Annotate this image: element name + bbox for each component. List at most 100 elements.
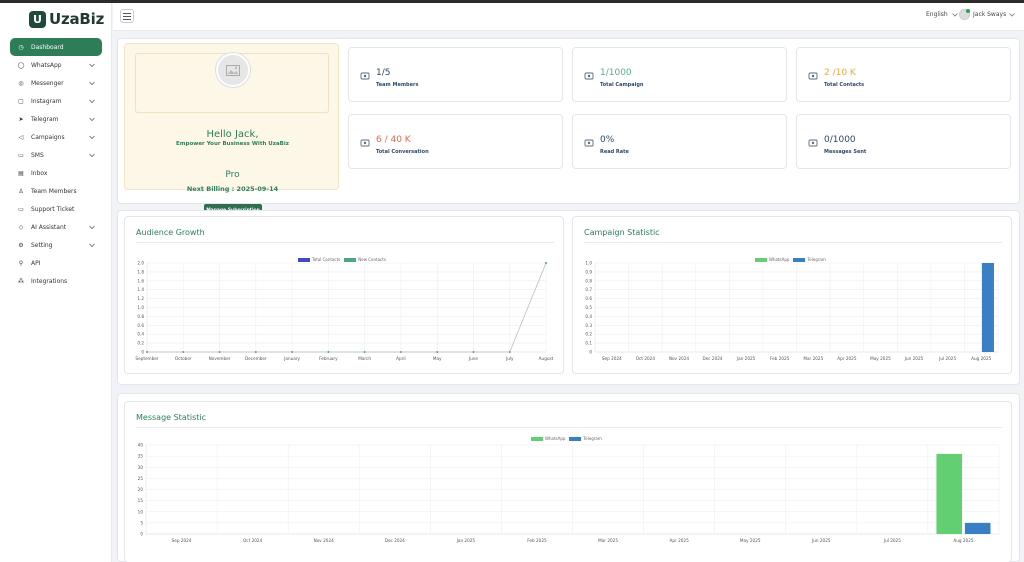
x-tick-label: Jun 2025	[904, 356, 924, 361]
stat-value: 0%	[600, 135, 615, 145]
megaphone-icon: ◁	[18, 133, 24, 141]
logo-mark-icon: U	[29, 10, 46, 28]
x-tick-label: Nov 2024	[669, 356, 689, 361]
data-point[interactable]	[254, 351, 257, 353]
y-tick-label: 1.4	[137, 287, 144, 292]
sidebar-item-inbox[interactable]: ▤ Inbox	[10, 164, 102, 182]
y-tick-label: 1.8	[137, 269, 144, 274]
sidebar-item-sms[interactable]: ▭ SMS	[10, 146, 102, 164]
data-point[interactable]	[508, 351, 511, 353]
x-tick-label: Jul 2025	[938, 356, 956, 361]
sidebar-item-instagram[interactable]: ▢ Instagram	[10, 92, 102, 110]
sidebar-item-team-members[interactable]: ♙ Team Members	[10, 182, 102, 200]
image-placeholder-icon	[226, 64, 240, 76]
y-tick-label: 5	[140, 520, 143, 525]
sidebar-item-label: Campaigns	[31, 133, 65, 141]
stat-label: Total Contacts	[824, 82, 865, 88]
data-point[interactable]	[363, 351, 366, 353]
top-header: English Jack Sways	[113, 3, 1024, 31]
stat-value: 1/5	[376, 68, 391, 78]
data-point[interactable]	[400, 351, 402, 353]
stat-label: Messages Sent	[824, 149, 867, 155]
sidebar-item-ai-assistant[interactable]: ◇ AI Assistant	[10, 218, 102, 236]
y-tick-label: 0.9	[585, 269, 592, 274]
stat-value: 0/1000	[824, 135, 856, 145]
sidebar-item-label: Dashboard	[31, 43, 64, 51]
data-point[interactable]	[472, 351, 475, 353]
sidebar-item-label: SMS	[31, 151, 44, 159]
y-tick-label: 40	[138, 443, 144, 448]
menu-toggle-button[interactable]	[120, 9, 134, 23]
messenger-icon: ◎	[18, 79, 24, 87]
sidebar-item-api[interactable]: ⚲ API	[10, 254, 102, 272]
sidebar-item-support-ticket[interactable]: ▭ Support Ticket	[10, 200, 102, 218]
message-statistic-chart: 0 5 10 15 20 25 30 35 40 Sep 2024 Oct 2024 Nov 2024…	[138, 443, 1000, 543]
x-tick-label: Sep 2024	[602, 356, 622, 361]
chevron-down-icon	[1009, 12, 1015, 17]
sidebar-item-integrations[interactable]: ⁂ Integrations	[10, 272, 102, 290]
sidebar-item-setting[interactable]: ⚙ Setting	[10, 236, 102, 254]
user-menu[interactable]: Jack Sways	[959, 9, 1015, 20]
x-tick-label: Oct 2024	[243, 538, 263, 543]
stat-label: Read Rate	[600, 149, 629, 155]
brand-logo[interactable]: U UzaBiz	[29, 9, 104, 29]
greeting: Hello Jack,	[206, 129, 259, 140]
sidebar-item-dashboard[interactable]: ◷ Dashboard	[10, 38, 102, 56]
data-point[interactable]	[182, 351, 185, 353]
chevron-down-icon	[89, 99, 95, 104]
y-tick-label: 0.2	[137, 341, 144, 346]
chevron-down-icon	[89, 81, 95, 86]
x-tick-label: February	[319, 356, 338, 361]
y-tick-label: 2.0	[137, 261, 144, 266]
stat-card-team-members: 1/5 Team Members	[348, 47, 563, 102]
language-label: English	[926, 11, 948, 18]
sidebar-item-messenger[interactable]: ◎ Messenger	[10, 74, 102, 92]
user-icon: ♙	[18, 187, 24, 195]
data-point[interactable]	[436, 351, 439, 353]
sidebar-item-label: Team Members	[31, 187, 77, 195]
x-tick-label: Aug 2025	[971, 356, 992, 361]
bar-whatsapp[interactable]	[936, 453, 963, 534]
sidebar-item-whatsapp[interactable]: ◯ WhatsApp	[10, 56, 102, 74]
stat-card-read-rate: 0% Read Rate	[572, 114, 787, 169]
y-tick-label: 0.5	[585, 305, 592, 310]
y-tick-label: 0	[589, 350, 592, 355]
bar-telegram[interactable]	[964, 522, 991, 534]
sidebar-item-label: Integrations	[31, 277, 68, 285]
data-point[interactable]	[327, 351, 330, 353]
hamburger-icon	[123, 12, 131, 20]
api-icon: ⚲	[18, 259, 24, 267]
data-point[interactable]	[146, 351, 148, 353]
sidebar-item-telegram[interactable]: ➤ Telegram	[10, 110, 102, 128]
sidebar-item-label: Telegram	[31, 115, 59, 123]
sidebar-item-label: Inbox	[31, 169, 48, 177]
stat-value: 2 /10 K	[824, 68, 856, 78]
sms-icon: ▭	[18, 151, 24, 159]
data-point[interactable]	[218, 351, 221, 353]
next-billing: Next Billing : 2025-09-14	[186, 185, 279, 193]
campaign-statistic-card: Campaign Statistic WhatsApp Telegram 0 0.…	[572, 216, 1012, 374]
stat-card-messages-sent: 0/1000 Messages Sent	[796, 114, 1011, 169]
x-tick-label: Jul 2025	[883, 538, 901, 543]
stat-value: 6 / 40 K	[376, 135, 411, 145]
bar-telegram[interactable]	[981, 263, 994, 352]
y-tick-label: 0	[140, 532, 143, 537]
y-tick-label: 1.2	[137, 296, 144, 301]
y-tick-label: 0.4	[585, 314, 592, 319]
x-tick-label: Apr 2025	[837, 356, 857, 361]
language-selector[interactable]: English	[926, 11, 958, 18]
chevron-down-icon	[89, 225, 95, 230]
team-icon	[360, 72, 370, 80]
data-point[interactable]	[545, 262, 547, 264]
sidebar-item-label: AI Assistant	[31, 223, 67, 231]
contacts-icon	[808, 72, 818, 80]
x-tick-label: August	[539, 356, 554, 361]
y-tick-label: 0.8	[137, 314, 144, 319]
y-tick-label: 0.3	[585, 323, 592, 328]
sidebar-item-label: WhatsApp	[31, 61, 62, 69]
x-tick-label: Aug 2025	[953, 538, 974, 543]
sidebar-item-campaigns[interactable]: ◁ Campaigns	[10, 128, 102, 146]
data-point[interactable]	[291, 351, 293, 353]
x-tick-label: May 2025	[870, 356, 891, 361]
conversation-icon	[360, 139, 370, 147]
